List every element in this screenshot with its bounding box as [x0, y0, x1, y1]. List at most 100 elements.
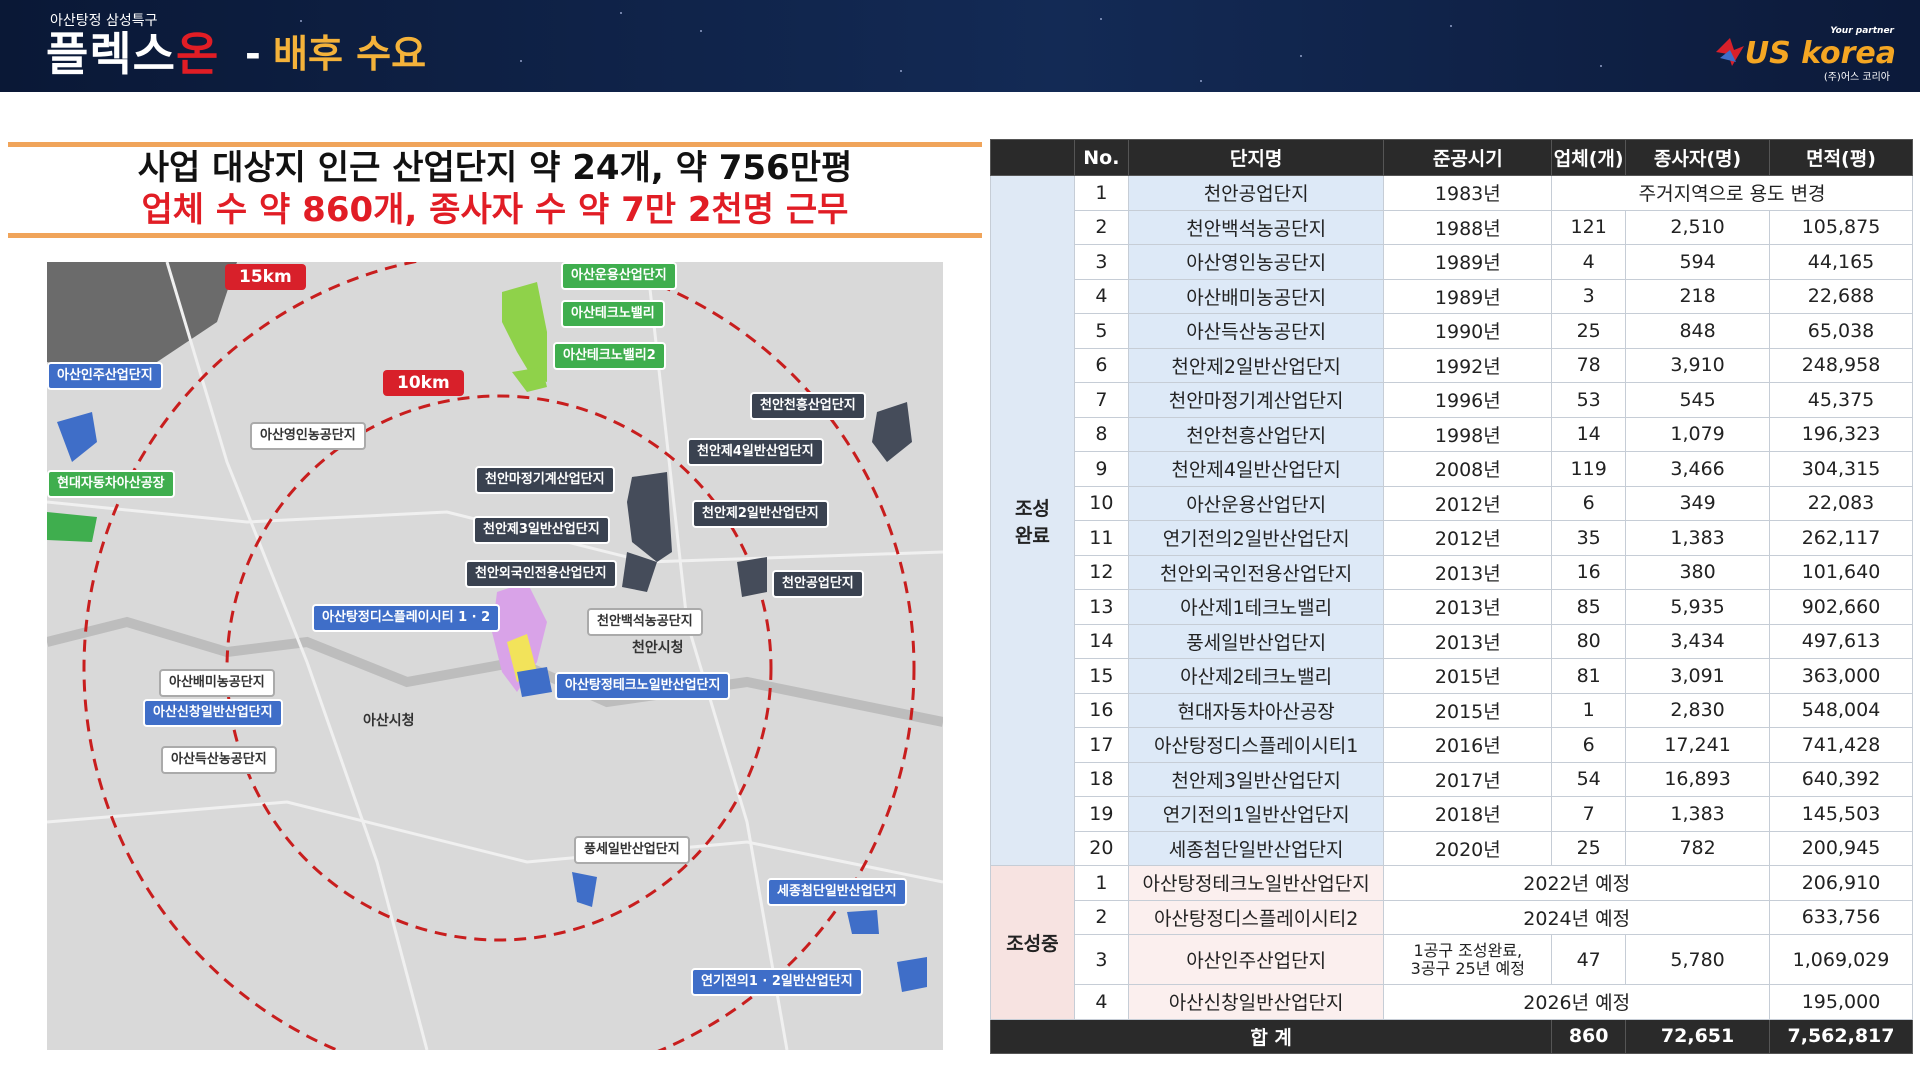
- cell-name: 천안공업단지: [1127, 175, 1385, 211]
- label-15km: 15km: [225, 264, 306, 290]
- cell-workers: 3,434: [1625, 623, 1771, 659]
- header-workers: 종사자(명): [1625, 139, 1771, 176]
- cell-name: 풍세일반산업단지: [1127, 623, 1385, 659]
- cell-year: 1공구 조성완료, 3공구 25년 예정: [1383, 934, 1553, 985]
- table-row: 3 아산인주산업단지 1공구 조성완료, 3공구 25년 예정 47 5,780 1,069…: [991, 934, 1913, 985]
- cell-firms: 54: [1551, 761, 1627, 797]
- place-asan-cityhall: 아산시청: [363, 713, 415, 729]
- cell-area: 105,875: [1769, 209, 1913, 245]
- cell-name: 아산운용산업단지: [1127, 485, 1385, 521]
- headline-box: 사업 대상지 인근 산업단지 약 24개, 약 756만평 업체 수 약 860…: [8, 142, 982, 238]
- total-firms: 860: [1551, 1018, 1627, 1054]
- cell-workers: 349: [1625, 485, 1771, 521]
- cell-firms: 6: [1551, 485, 1627, 521]
- cell-area: 741,428: [1769, 727, 1913, 763]
- cell-name: 아산탕정테크노일반산업단지: [1127, 865, 1385, 901]
- label-asan-techno2: 아산테크노밸리2: [553, 342, 666, 370]
- cell-firms: 85: [1551, 589, 1627, 625]
- map-graphic: [47, 262, 943, 1050]
- cell-no: 12: [1073, 554, 1129, 590]
- cell-workers: 16,893: [1625, 761, 1771, 797]
- zone-cheonan-ind: [737, 557, 767, 597]
- cell-firms: 121: [1551, 209, 1627, 245]
- cell-firms: 53: [1551, 382, 1627, 418]
- label-cheonheung: 천안천흥산업단지: [750, 392, 866, 420]
- cell-workers: 2,830: [1625, 692, 1771, 728]
- table-row: 16 현대자동차아산공장 2015년 1 2,830 548,004: [991, 692, 1913, 728]
- cell-workers: 848: [1625, 313, 1771, 349]
- cell-area: 1,069,029: [1769, 934, 1913, 985]
- table-row: 8 천안천흥산업단지 1998년 14 1,079 196,323: [991, 416, 1913, 452]
- cell-plan: 2026년 예정: [1383, 984, 1771, 1020]
- cell-name: 아산제2테크노밸리: [1127, 658, 1385, 694]
- zone-sejong: [847, 910, 879, 934]
- cell-area: 262,117: [1769, 520, 1913, 556]
- cell-name: 연기전의2일반산업단지: [1127, 520, 1385, 556]
- label-yeongi: 연기전의1 · 2일반산업단지: [691, 968, 863, 996]
- cell-workers: 380: [1625, 554, 1771, 590]
- cell-firms: 7: [1551, 796, 1627, 832]
- cell-area: 248,958: [1769, 347, 1913, 383]
- cell-area: 200,945: [1769, 830, 1913, 866]
- cell-no: 15: [1073, 658, 1129, 694]
- cell-no: 19: [1073, 796, 1129, 832]
- header-no: No.: [1073, 139, 1129, 176]
- cell-area: 65,038: [1769, 313, 1913, 349]
- place-cheonan-cityhall: 천안시청: [632, 640, 684, 656]
- cell-workers: 218: [1625, 278, 1771, 314]
- cell-workers: 17,241: [1625, 727, 1771, 763]
- cell-year: 2012년: [1383, 485, 1553, 521]
- table-row: 조성중 1 아산탕정테크노일반산업단지 2022년 예정 206,910: [990, 865, 1913, 1020]
- cell-name: 아산배미농공단지: [1127, 278, 1385, 314]
- cell-area: 45,375: [1769, 382, 1913, 418]
- cell-workers: 2,510: [1625, 209, 1771, 245]
- cell-area: 44,165: [1769, 244, 1913, 280]
- cell-firms: 35: [1551, 520, 1627, 556]
- cell-area: 640,392: [1769, 761, 1913, 797]
- group-in-progress: 조성중: [990, 865, 1075, 1020]
- cell-no: 7: [1073, 382, 1129, 418]
- cell-area: 206,910: [1769, 865, 1913, 901]
- cell-workers: 1,383: [1625, 520, 1771, 556]
- table-row: 4 아산신창일반산업단지 2026년 예정 195,000: [991, 984, 1913, 1020]
- cell-year: 1990년: [1383, 313, 1553, 349]
- cell-name: 연기전의1일반산업단지: [1127, 796, 1385, 832]
- cell-no: 14: [1073, 623, 1129, 659]
- cell-year: 2018년: [1383, 796, 1553, 832]
- cell-year: 1988년: [1383, 209, 1553, 245]
- cell-no: 4: [1073, 984, 1129, 1020]
- title-accent: 온: [175, 27, 220, 81]
- cell-workers: 782: [1625, 830, 1771, 866]
- cell-area: 22,083: [1769, 485, 1913, 521]
- cell-name: 아산탕정디스플레이시티2: [1127, 899, 1385, 935]
- table-row: 20 세종첨단일반산업단지 2020년 25 782 200,945: [991, 830, 1913, 866]
- header-title: 플렉스온: [46, 26, 219, 82]
- zone-hyundai: [47, 512, 97, 542]
- cell-firms: 119: [1551, 451, 1627, 487]
- cell-year: 1989년: [1383, 244, 1553, 280]
- cell-year: 1992년: [1383, 347, 1553, 383]
- total-workers: 72,651: [1625, 1018, 1771, 1054]
- cell-name: 아산득산농공단지: [1127, 313, 1385, 349]
- cell-no: 9: [1073, 451, 1129, 487]
- header-name: 단지명: [1127, 139, 1385, 176]
- cell-firms: 80: [1551, 623, 1627, 659]
- cell-firms: 1: [1551, 692, 1627, 728]
- cell-workers: 545: [1625, 382, 1771, 418]
- cell-year: 2016년: [1383, 727, 1553, 763]
- cell-no: 2: [1073, 899, 1129, 935]
- title-main: 플렉스: [46, 27, 176, 81]
- cell-year: 1998년: [1383, 416, 1553, 452]
- label-tangjeong-techno: 아산탕정테크노일반산업단지: [555, 672, 731, 700]
- cell-workers: 1,079: [1625, 416, 1771, 452]
- cell-year: 1989년: [1383, 278, 1553, 314]
- table-row: 2 아산탕정디스플레이시티2 2024년 예정 633,756: [991, 899, 1913, 935]
- total-row: 합 계 860 72,651 7,562,817: [989, 1018, 1913, 1054]
- table-row: 17 아산탕정디스플레이시티1 2016년 6 17,241 741,428: [991, 727, 1913, 763]
- cell-workers: 3,091: [1625, 658, 1771, 694]
- label-cheonan-4: 천안제4일반산업단지: [687, 438, 824, 466]
- table-row: 14 풍세일반산업단지 2013년 80 3,434 497,613: [991, 623, 1913, 659]
- cell-no: 3: [1073, 934, 1129, 985]
- cell-name: 천안제3일반산업단지: [1127, 761, 1385, 797]
- logo-partner: Your partner: [1830, 26, 1894, 36]
